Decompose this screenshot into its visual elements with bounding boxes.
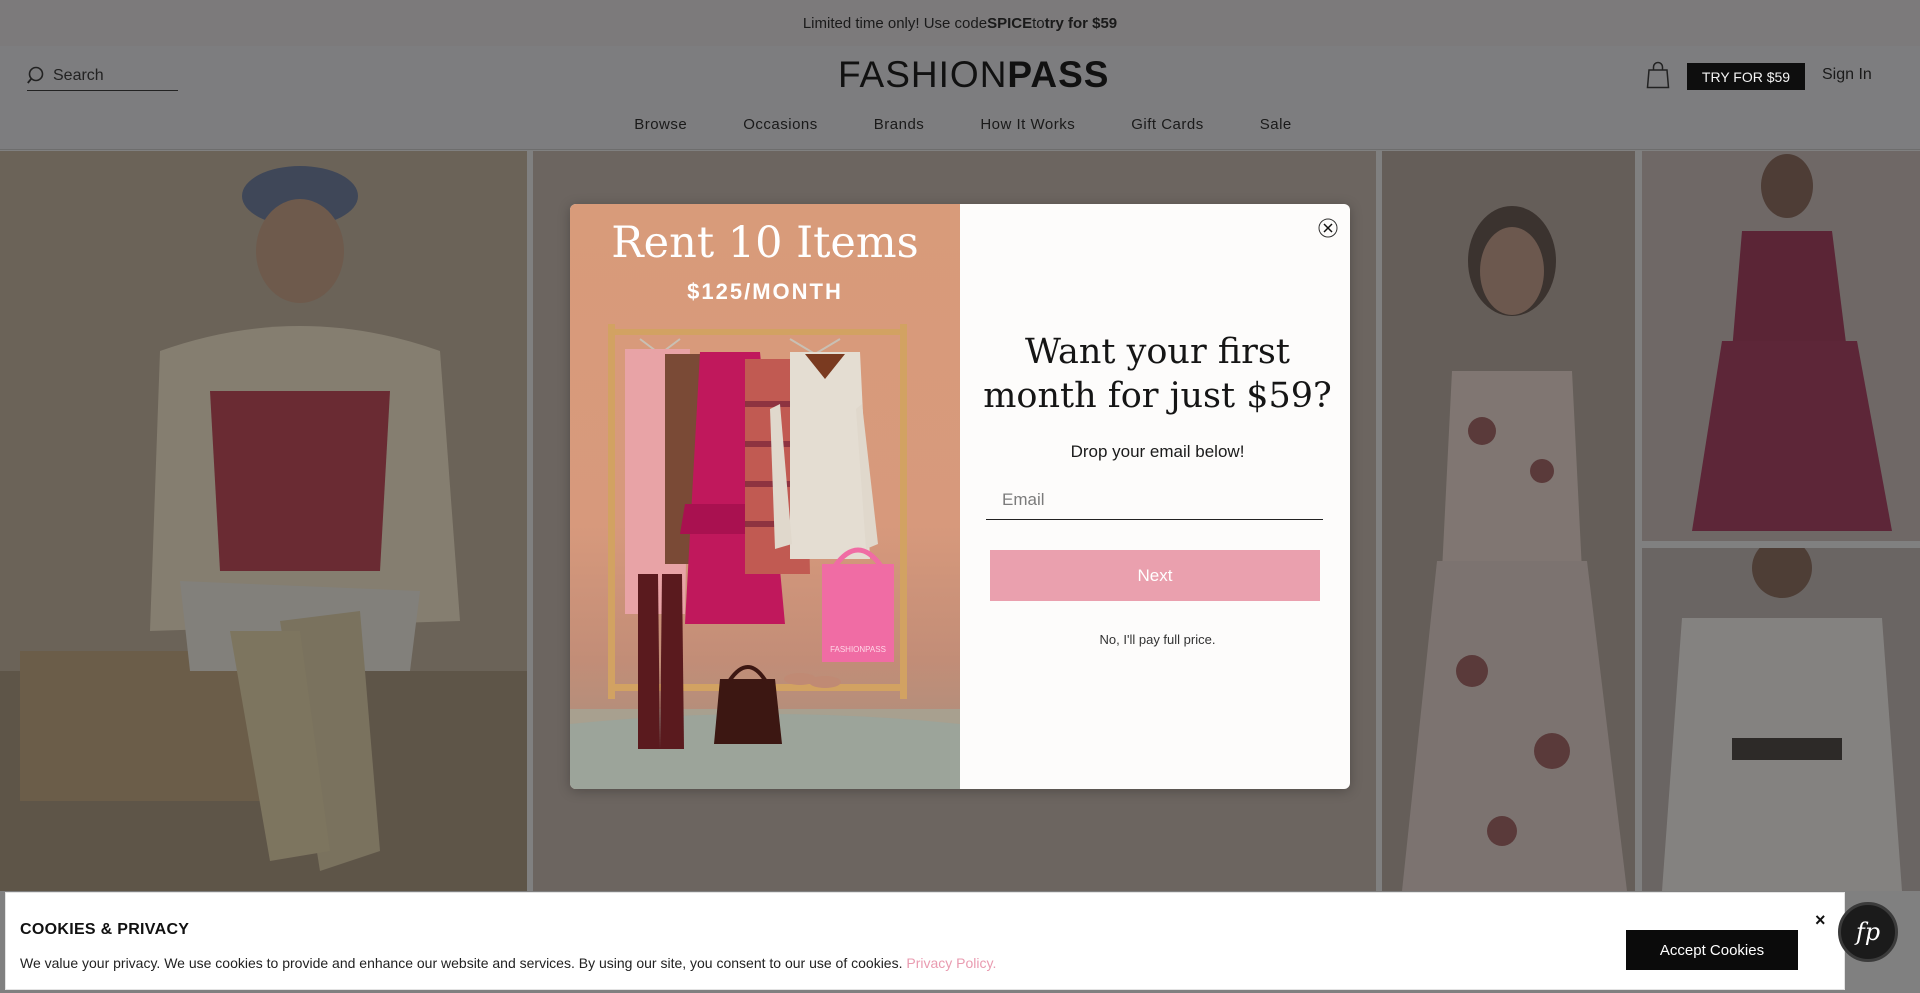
cookie-text: We value your privacy. We use cookies to… xyxy=(20,955,907,971)
signup-modal: FASHIONPASS Rent 10 Items $125/MONTH Wan… xyxy=(570,204,1350,789)
fashionpass-logo[interactable]: FASHIONPASS xyxy=(838,54,1109,96)
promo-image: FASHIONPASS Rent 10 Items $125/MONTH xyxy=(570,204,960,789)
hero-photo-floral-dress xyxy=(1382,151,1635,891)
site-header: Search FASHIONPASS TRY FOR $59 Sign In B… xyxy=(0,46,1920,150)
email-field[interactable] xyxy=(986,480,1323,520)
hero-photo-lace-blouse xyxy=(1642,548,1920,891)
shopping-bag-icon[interactable] xyxy=(1646,61,1670,89)
next-button[interactable]: Next xyxy=(990,550,1320,601)
nav-item-sale[interactable]: Sale xyxy=(1254,116,1292,133)
announcement-bar: Limited time only! Use code SPICE to try… xyxy=(0,0,1920,46)
nav-item-brands[interactable]: Brands xyxy=(868,116,925,133)
accept-cookies-button[interactable]: Accept Cookies xyxy=(1626,930,1798,970)
cookie-close-icon[interactable]: × xyxy=(1815,910,1826,931)
modal-prompt: Drop your email below! xyxy=(1070,442,1245,461)
hero-photo-pink-dress xyxy=(1642,151,1920,541)
nav-item-how-it-works[interactable]: How It Works xyxy=(974,116,1075,133)
tote-bag-label: FASHIONPASS xyxy=(830,645,886,654)
hero-photo-jacket-look xyxy=(0,151,527,891)
cookie-title: COOKIES & PRIVACY xyxy=(20,921,190,938)
nav-item-occasions[interactable]: Occasions xyxy=(737,116,818,133)
promo-price: $125/MONTH xyxy=(687,279,843,304)
chat-badge-icon[interactable]: fp xyxy=(1838,902,1898,962)
announcement-offer: try for $59 xyxy=(1044,14,1118,32)
nav-item-gift-cards[interactable]: Gift Cards xyxy=(1125,116,1204,133)
logo-text-bold: PASS xyxy=(1007,54,1110,95)
promo-title: Rent 10 Items xyxy=(611,218,919,268)
announcement-prefix: Limited time only! Use code xyxy=(802,14,988,32)
announcement-middle: to xyxy=(1032,14,1045,32)
nav-item-browse[interactable]: Browse xyxy=(628,116,687,133)
main-nav: Browse Occasions Brands How It Works Gif… xyxy=(0,116,1920,133)
decline-link[interactable]: No, I'll pay full price. xyxy=(970,632,1345,647)
close-icon[interactable] xyxy=(1318,218,1338,238)
logo-text-light: FASHION xyxy=(838,54,1008,95)
promo-code: SPICE xyxy=(987,14,1033,32)
search-input[interactable]: Search xyxy=(27,61,178,91)
cookie-message: We value your privacy. We use cookies to… xyxy=(20,955,996,971)
search-icon xyxy=(27,66,44,84)
cookie-banner: COOKIES & PRIVACY We value your privacy.… xyxy=(5,892,1845,990)
sign-in-link[interactable]: Sign In xyxy=(1822,66,1872,84)
modal-headline: Want your first month for just $59? xyxy=(983,332,1332,416)
search-placeholder: Search xyxy=(53,66,104,84)
privacy-policy-link[interactable]: Privacy Policy. xyxy=(906,955,996,971)
try-for-59-button[interactable]: TRY FOR $59 xyxy=(1687,63,1805,90)
